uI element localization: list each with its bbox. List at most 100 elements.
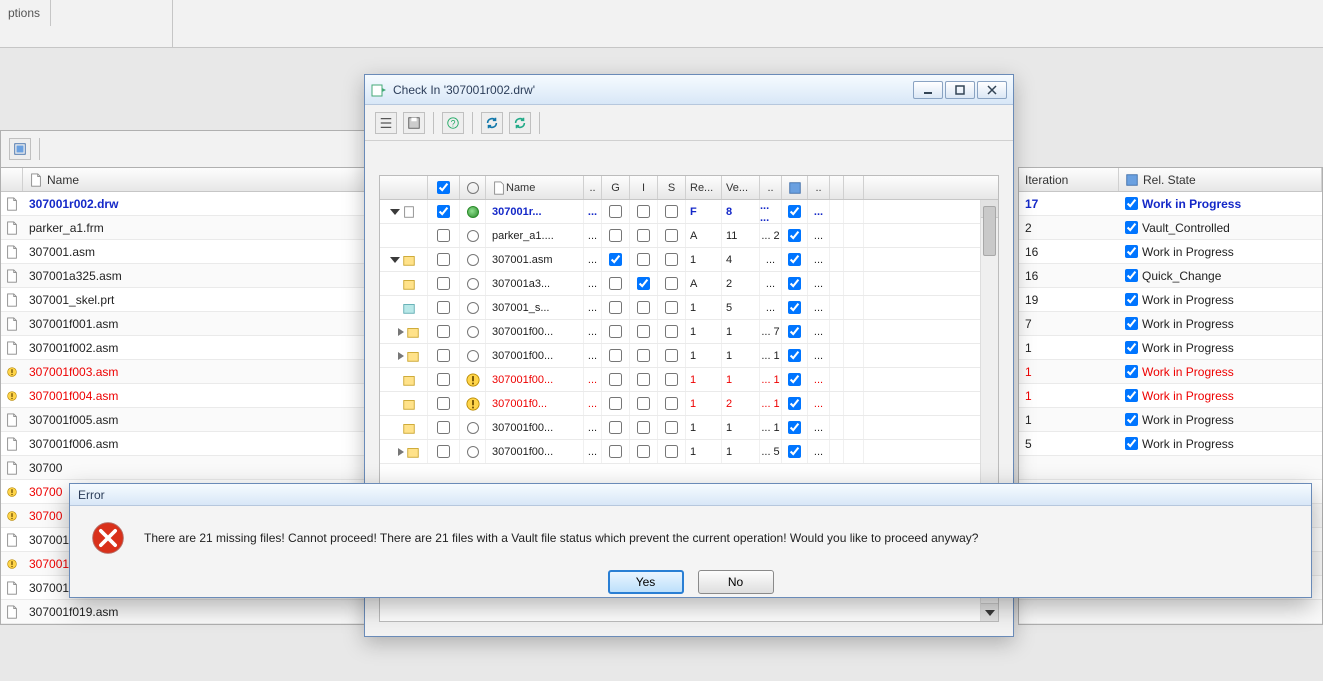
scroll-thumb[interactable] xyxy=(983,206,996,256)
expand-toggle[interactable] xyxy=(390,257,400,263)
rel-checkbox[interactable] xyxy=(1125,341,1138,354)
g-checkbox[interactable] xyxy=(602,392,630,415)
file-row[interactable]: 307001f002.asm xyxy=(1,336,389,360)
g-checkbox[interactable] xyxy=(602,320,630,343)
include-checkbox[interactable] xyxy=(428,440,460,463)
file-row[interactable]: parker_a1.frm xyxy=(1,216,389,240)
refresh-all-icon[interactable] xyxy=(509,112,531,134)
s-checkbox[interactable] xyxy=(658,248,686,271)
extra-checkbox[interactable] xyxy=(782,296,808,319)
rel-checkbox[interactable] xyxy=(1125,197,1138,210)
checkin-row[interactable]: 307001f00......11... 1... xyxy=(380,368,998,392)
maximize-button[interactable] xyxy=(945,81,975,99)
s-checkbox[interactable] xyxy=(658,200,686,223)
i-checkbox[interactable] xyxy=(630,440,658,463)
ci-col[interactable]: .. xyxy=(584,176,602,199)
file-row[interactable]: 307001f004.asm xyxy=(1,384,389,408)
iteration-header[interactable]: Iteration xyxy=(1025,173,1068,187)
rel-checkbox[interactable] xyxy=(1125,293,1138,306)
g-checkbox[interactable] xyxy=(602,200,630,223)
include-checkbox[interactable] xyxy=(428,416,460,439)
help-icon[interactable]: ? xyxy=(442,112,464,134)
error-title[interactable]: Error xyxy=(70,484,1311,506)
extra-checkbox[interactable] xyxy=(782,368,808,391)
rel-checkbox[interactable] xyxy=(1125,389,1138,402)
checkin-row[interactable]: 307001_s......15...... xyxy=(380,296,998,320)
g-checkbox[interactable] xyxy=(602,224,630,247)
expand-toggle[interactable] xyxy=(398,328,404,336)
save-icon[interactable] xyxy=(403,112,425,134)
status-row[interactable]: 5 Work in Progress xyxy=(1019,432,1322,456)
checkin-row[interactable]: 307001f00......11... 7... xyxy=(380,320,998,344)
include-checkbox[interactable] xyxy=(428,344,460,367)
g-checkbox[interactable] xyxy=(602,368,630,391)
rel-checkbox[interactable] xyxy=(1125,365,1138,378)
g-checkbox[interactable] xyxy=(602,296,630,319)
s-checkbox[interactable] xyxy=(658,440,686,463)
status-row[interactable]: 17 Work in Progress xyxy=(1019,192,1322,216)
include-checkbox[interactable] xyxy=(428,320,460,343)
checkin-row[interactable]: 307001f0......12... 1... xyxy=(380,392,998,416)
close-button[interactable] xyxy=(977,81,1007,99)
status-row[interactable]: 1 Work in Progress xyxy=(1019,360,1322,384)
checkin-row[interactable]: 307001f00......11... 5... xyxy=(380,440,998,464)
left-name-header[interactable]: Name xyxy=(47,173,79,187)
refresh-icon[interactable] xyxy=(481,112,503,134)
list-view-icon[interactable] xyxy=(375,112,397,134)
file-row[interactable]: 30700 xyxy=(1,456,389,480)
i-checkbox[interactable] xyxy=(630,272,658,295)
extra-checkbox[interactable] xyxy=(782,200,808,223)
extra-checkbox[interactable] xyxy=(782,344,808,367)
ci-re-header[interactable]: Re... xyxy=(686,176,722,199)
status-row[interactable] xyxy=(1019,456,1322,480)
status-row[interactable]: 19 Work in Progress xyxy=(1019,288,1322,312)
file-row[interactable]: 307001.asm xyxy=(1,240,389,264)
i-checkbox[interactable] xyxy=(630,416,658,439)
file-row[interactable]: 307001f006.asm xyxy=(1,432,389,456)
include-checkbox[interactable] xyxy=(428,224,460,247)
checkin-row[interactable]: 307001f00......11... 1... xyxy=(380,344,998,368)
extra-checkbox[interactable] xyxy=(782,248,808,271)
check-all-header[interactable] xyxy=(428,176,460,199)
checkin-row[interactable]: 307001.asm...14...... xyxy=(380,248,998,272)
checkin-row[interactable]: parker_a1.......A11... 2... xyxy=(380,224,998,248)
s-checkbox[interactable] xyxy=(658,368,686,391)
status-row[interactable]: 1 Work in Progress xyxy=(1019,384,1322,408)
status-row[interactable]: 16 Work in Progress xyxy=(1019,240,1322,264)
g-checkbox[interactable] xyxy=(602,416,630,439)
ci-ve-header[interactable]: Ve... xyxy=(722,176,760,199)
i-checkbox[interactable] xyxy=(630,200,658,223)
status-row[interactable]: 1 Work in Progress xyxy=(1019,408,1322,432)
scroll-down-button[interactable] xyxy=(981,603,998,621)
status-row[interactable]: 1 Work in Progress xyxy=(1019,336,1322,360)
i-checkbox[interactable] xyxy=(630,320,658,343)
expand-toggle[interactable] xyxy=(398,448,404,456)
checkin-row[interactable]: 307001a3......A2...... xyxy=(380,272,998,296)
checkin-row[interactable]: 307001f00......11... 1... xyxy=(380,416,998,440)
checkin-row[interactable]: 307001r......F8... ...... xyxy=(380,200,998,224)
expand-toggle[interactable] xyxy=(398,352,404,360)
extra-checkbox[interactable] xyxy=(782,440,808,463)
ci-s-header[interactable]: S xyxy=(658,176,686,199)
extra-checkbox[interactable] xyxy=(782,272,808,295)
extra-checkbox[interactable] xyxy=(782,320,808,343)
rel-checkbox[interactable] xyxy=(1125,413,1138,426)
ci-name-header[interactable]: Name xyxy=(506,182,535,194)
extra-checkbox[interactable] xyxy=(782,392,808,415)
checkin-titlebar[interactable]: Check In '307001r002.drw' xyxy=(365,75,1013,105)
no-button[interactable]: No xyxy=(698,570,774,594)
extra-checkbox[interactable] xyxy=(782,224,808,247)
s-checkbox[interactable] xyxy=(658,392,686,415)
s-checkbox[interactable] xyxy=(658,224,686,247)
g-checkbox[interactable] xyxy=(602,344,630,367)
g-checkbox[interactable] xyxy=(602,272,630,295)
s-checkbox[interactable] xyxy=(658,344,686,367)
s-checkbox[interactable] xyxy=(658,416,686,439)
s-checkbox[interactable] xyxy=(658,320,686,343)
file-row[interactable]: 307001_skel.prt xyxy=(1,288,389,312)
g-checkbox[interactable] xyxy=(602,440,630,463)
s-checkbox[interactable] xyxy=(658,272,686,295)
i-checkbox[interactable] xyxy=(630,392,658,415)
rel-checkbox[interactable] xyxy=(1125,269,1138,282)
menu-options-partial[interactable]: ptions xyxy=(0,2,48,24)
